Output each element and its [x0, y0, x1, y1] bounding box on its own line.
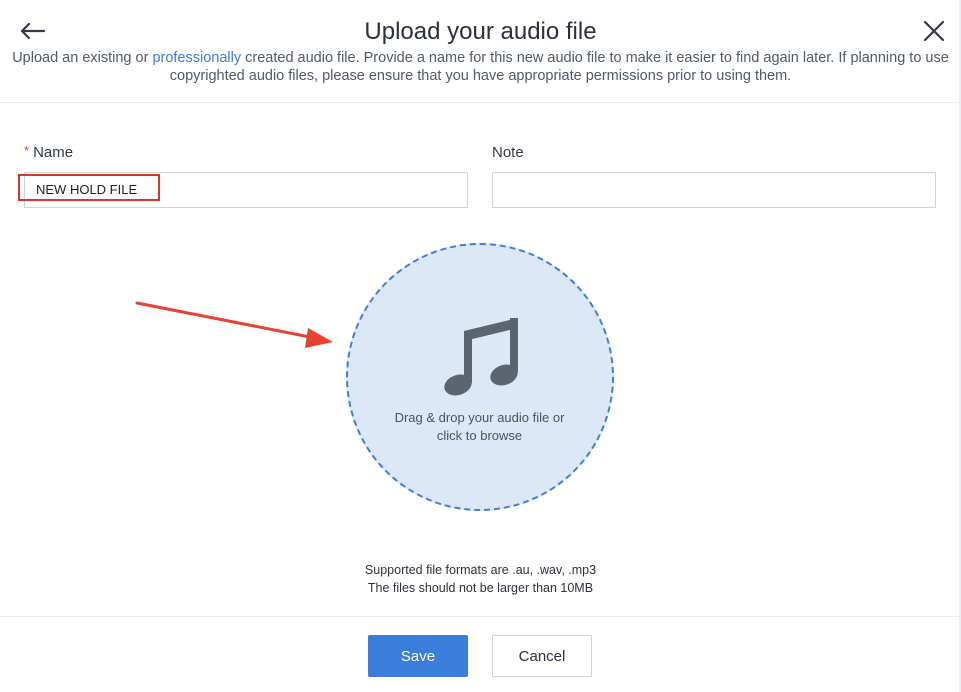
drop-zone-text-line2: click to browse: [436, 428, 523, 443]
supported-formats-hint: Supported file formats are .au, .wav, .m…: [364, 563, 597, 577]
note-input[interactable]: [492, 172, 936, 208]
name-label: * Name: [24, 143, 74, 161]
close-button[interactable]: [921, 18, 947, 44]
annotation-arrow: [135, 301, 333, 348]
dialog-description: Upload an existing or professionally cre…: [12, 49, 949, 85]
dialog-title: Upload your audio file: [364, 18, 597, 45]
required-marker: *: [24, 143, 30, 158]
description-text-start: Upload an existing or: [12, 50, 153, 66]
drop-zone-text-line1: Drag & drop your audio file or: [394, 410, 565, 425]
cancel-button[interactable]: Cancel: [492, 635, 592, 677]
note-label: Note: [492, 144, 524, 161]
close-icon: [923, 20, 945, 42]
name-label-text: Name: [33, 144, 74, 161]
professionally-link[interactable]: professionally: [152, 50, 241, 66]
name-input-value: NEW HOLD FILE: [36, 182, 138, 197]
save-button[interactable]: Save: [368, 635, 468, 677]
description-text-end: created audio file. Provide a name for t…: [169, 50, 949, 84]
music-note-icon: [444, 318, 518, 396]
file-size-hint: The files should not be larger than 10MB: [367, 581, 594, 595]
audio-drop-zone[interactable]: Drag & drop your audio file or click to b…: [346, 243, 614, 511]
upload-audio-dialog: Upload your audio file Upload an existin…: [0, 0, 961, 692]
drop-zone-instructions: Drag & drop your audio file or click to b…: [348, 409, 611, 445]
dialog-footer: Save Cancel: [0, 616, 961, 692]
dialog-header: Upload your audio file Upload an existin…: [0, 0, 961, 103]
